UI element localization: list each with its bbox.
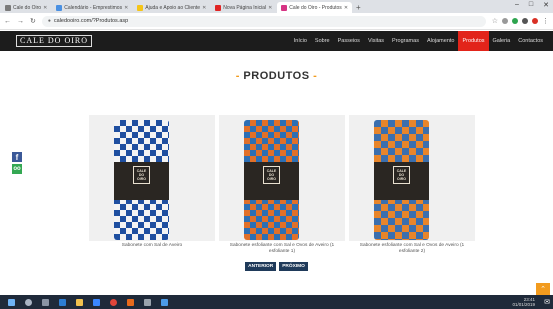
browser-tab[interactable]: Nova Página Inicial ✕ xyxy=(211,2,277,13)
maximize-button[interactable]: □ xyxy=(529,1,533,9)
address-bar: ← → ↻ ● caledooiro.com/?Produtos.asp ☆ ⋮ xyxy=(0,13,553,30)
product-caption[interactable]: Sabonete esfoliante com Sal e Ovos de Av… xyxy=(349,243,475,255)
search-icon[interactable] xyxy=(25,298,32,306)
notification-icon[interactable]: ✉ xyxy=(544,298,550,306)
task-view-icon[interactable] xyxy=(42,298,49,306)
product-captions: Sabonete com Sal de Aveiro Sabonete esfo… xyxy=(89,243,477,255)
soap-band: CALE DO OIRO xyxy=(374,162,429,200)
extensions: ☆ ⋮ xyxy=(492,17,549,25)
soap-band: CALE DO OIRO xyxy=(244,162,299,200)
menu-icon[interactable]: ⋮ xyxy=(542,17,549,25)
app-icon[interactable] xyxy=(127,298,134,306)
back-button[interactable]: ← xyxy=(4,18,11,25)
menu-item-visitas[interactable]: Visitas xyxy=(364,31,388,51)
title-dash: - xyxy=(313,70,318,82)
close-tab-icon[interactable]: ✕ xyxy=(43,5,47,11)
favicon-icon xyxy=(56,4,63,11)
menu-item-alojamento[interactable]: Alojamento xyxy=(423,31,459,51)
tab-title: Cale do Oiro xyxy=(13,4,42,11)
close-tab-icon[interactable]: ✕ xyxy=(124,5,128,11)
close-tab-icon[interactable]: ✕ xyxy=(202,5,206,11)
window-controls: – □ ✕ xyxy=(515,1,549,9)
brand-badge: CALE DO OIRO xyxy=(133,166,150,184)
favicon-icon xyxy=(5,4,11,11)
product-caption[interactable]: Sabonete com Sal de Aveiro xyxy=(89,243,215,255)
tab-title: Ajuda e Apoio ao Cliente xyxy=(145,4,201,11)
product-card[interactable]: CALE DO OIRO xyxy=(349,115,475,241)
tab-title: Nova Página Inicial xyxy=(223,4,267,11)
os-taskbar: 23:41 01/01/2019 xyxy=(0,295,553,309)
title-dash: - xyxy=(235,70,240,82)
favicon-icon xyxy=(137,4,144,11)
close-tab-icon[interactable]: ✕ xyxy=(344,5,348,11)
new-tab-button[interactable]: + xyxy=(352,2,365,13)
reload-button[interactable]: ↻ xyxy=(30,17,36,25)
product-card[interactable]: CALE DO OIRO xyxy=(219,115,345,241)
soap-image: CALE DO OIRO xyxy=(374,120,429,240)
star-icon[interactable]: ☆ xyxy=(492,17,498,25)
browser-tab[interactable]: Ajuda e Apoio ao Cliente ✕ xyxy=(133,2,211,13)
social-links: f oo xyxy=(12,152,22,174)
folder-icon[interactable] xyxy=(76,298,83,306)
browser-tab[interactable]: Calendário - Emprestimos ✕ xyxy=(52,2,133,13)
browser-tab-active[interactable]: Cale do Oiro - Produtos ✕ xyxy=(277,2,353,13)
app-icon[interactable] xyxy=(144,298,151,306)
next-button[interactable]: PRÓXIMO xyxy=(279,262,308,271)
system-tray-clock[interactable]: 23:41 01/01/2019 xyxy=(512,297,535,307)
product-card[interactable]: CALE DO OIRO xyxy=(89,115,215,241)
clock-date: 01/01/2019 xyxy=(512,302,535,307)
tripadvisor-icon[interactable]: oo xyxy=(12,164,22,174)
menu-item-passeios[interactable]: Passeios xyxy=(334,31,364,51)
soap-image: CALE DO OIRO xyxy=(244,120,299,240)
facebook-icon[interactable]: f xyxy=(12,152,22,162)
store-icon[interactable] xyxy=(93,298,100,306)
previous-button[interactable]: ANTERIOR xyxy=(245,262,277,271)
scroll-to-top-button[interactable]: ⌃ xyxy=(536,283,550,295)
forward-button[interactable]: → xyxy=(17,18,24,25)
browser-tabstrip: Cale do Oiro ✕ Calendário - Emprestimos ✕ … xyxy=(0,0,553,13)
menu-item-produtos[interactable]: Produtos xyxy=(458,31,489,51)
edge-icon[interactable] xyxy=(59,298,66,306)
soap-band: CALE DO OIRO xyxy=(114,162,169,200)
menu-item-galeria[interactable]: Galeria xyxy=(489,31,515,51)
menu-item-inicio[interactable]: Início xyxy=(290,31,311,51)
pagination: ANTERIOR PRÓXIMO xyxy=(0,262,553,271)
chrome-icon[interactable] xyxy=(110,298,117,306)
page-title-text: PRODUTOS xyxy=(243,70,310,82)
menu-item-programas[interactable]: Programas xyxy=(388,31,423,51)
site-logo[interactable]: CALE DO OIRO xyxy=(16,35,92,47)
menu-item-sobre[interactable]: Sobre xyxy=(311,31,334,51)
product-grid: CALE DO OIRO CALE DO OIRO CALE DO OIRO xyxy=(89,115,477,241)
profile-avatar[interactable] xyxy=(532,18,538,24)
menu-item-contactos[interactable]: Contactos xyxy=(514,31,547,51)
site-header: CALE DO OIRO Início Sobre Passeios Visit… xyxy=(0,31,553,51)
tab-title: Calendário - Emprestimos xyxy=(64,4,123,11)
extension-icon[interactable] xyxy=(512,18,518,24)
brand-badge: CALE DO OIRO xyxy=(263,166,280,184)
page-title: - PRODUTOS - xyxy=(0,70,553,82)
extension-icon[interactable] xyxy=(522,18,528,24)
windows-start-icon[interactable] xyxy=(8,298,15,306)
soap-image: CALE DO OIRO xyxy=(114,120,169,240)
close-window-button[interactable]: ✕ xyxy=(543,1,549,9)
browser-tab[interactable]: Cale do Oiro ✕ xyxy=(1,2,52,13)
lock-icon: ● xyxy=(47,18,51,24)
url-field[interactable]: ● caledooiro.com/?Produtos.asp xyxy=(41,15,486,27)
close-tab-icon[interactable]: ✕ xyxy=(268,5,272,11)
main-menu: Início Sobre Passeios Visitas Programas … xyxy=(290,31,547,51)
minimize-button[interactable]: – xyxy=(515,1,519,9)
favicon-icon xyxy=(281,4,288,11)
url-text: caledooiro.com/?Produtos.asp xyxy=(53,18,129,24)
photos-icon[interactable] xyxy=(161,298,168,306)
favicon-icon xyxy=(215,4,222,11)
tab-title: Cale do Oiro - Produtos xyxy=(289,4,342,11)
extension-icon[interactable] xyxy=(502,18,508,24)
product-caption[interactable]: Sabonete esfoliante com Sal e Ovos de Av… xyxy=(219,243,345,255)
brand-badge: CALE DO OIRO xyxy=(393,166,410,184)
